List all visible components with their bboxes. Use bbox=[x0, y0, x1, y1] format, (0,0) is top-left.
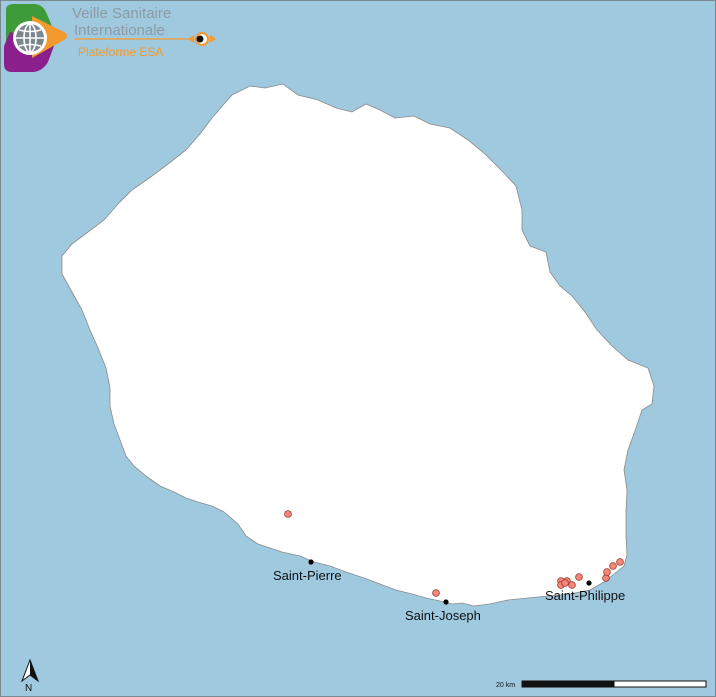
town-marker-saint-pierre bbox=[308, 559, 314, 565]
case-marker bbox=[616, 558, 624, 566]
case-marker bbox=[603, 568, 611, 576]
logo-title: Veille Sanitaire Internationale bbox=[72, 5, 171, 39]
town-marker-saint-philippe bbox=[586, 580, 592, 586]
logo-title-line1: Veille Sanitaire bbox=[72, 5, 172, 22]
north-label: N bbox=[25, 683, 32, 694]
case-marker bbox=[609, 562, 617, 570]
logo-subtitle: Plateforme ESA bbox=[78, 45, 164, 59]
town-label-saint-pierre: Saint-Pierre bbox=[273, 568, 342, 583]
case-marker bbox=[432, 589, 440, 597]
logo-title-line2: Internationale bbox=[74, 22, 165, 39]
case-marker bbox=[284, 510, 292, 518]
scale-bar bbox=[521, 680, 707, 688]
logo: Veille Sanitaire Internationale Platefor… bbox=[2, 2, 222, 74]
case-marker bbox=[575, 573, 583, 581]
town-label-saint-joseph: Saint-Joseph bbox=[405, 608, 481, 623]
case-marker bbox=[561, 579, 569, 587]
town-marker-saint-joseph bbox=[443, 599, 449, 605]
town-label-saint-philippe: Saint-Philippe bbox=[545, 588, 625, 603]
scale-label: 20 km bbox=[496, 682, 516, 689]
map-canvas: Saint-Pierre Saint-Joseph Saint-Philippe… bbox=[0, 0, 716, 697]
